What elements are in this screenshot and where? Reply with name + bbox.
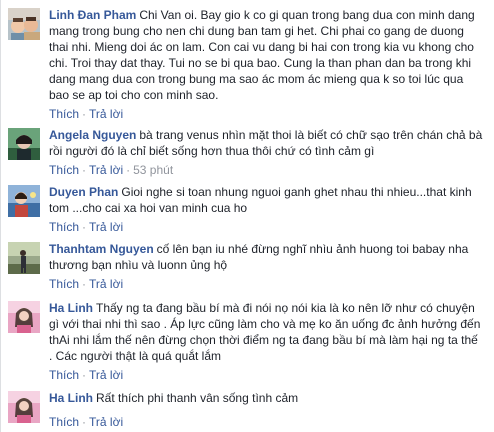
comment-body: Ha Linh Rất thích phi thanh vân sống tình…	[49, 390, 489, 406]
comment-body: Linh Đan Pham Chi Van oi. Bay gio k co gi…	[49, 7, 489, 103]
separator-dot: ·	[82, 368, 87, 382]
separator-dot: ·	[82, 415, 87, 429]
reply-link[interactable]: Trả lời	[89, 163, 123, 177]
comment-body: Thanhtam Nguyen cố lên bạn iu nhé đừng ng…	[49, 241, 489, 273]
reply-link[interactable]: Trả lời	[89, 368, 123, 382]
avatar[interactable]	[8, 185, 40, 217]
avatar[interactable]	[8, 128, 40, 160]
avatar-image	[8, 185, 40, 217]
comment-author-link[interactable]: Duyen Phan	[49, 185, 118, 199]
reply-link[interactable]: Trả lời	[89, 277, 123, 291]
comment-actions: Thích · Trả lời · 53 phút	[49, 162, 173, 178]
like-link[interactable]: Thích	[49, 163, 79, 177]
comment-list: Linh Đan Pham Chi Van oi. Bay gio k co gi…	[0, 0, 494, 432]
avatar[interactable]	[8, 391, 40, 423]
comment-body: Angela Nguyen bà trang venus nhìn mặt tho…	[49, 127, 489, 159]
comment-actions: Thích · Trả lời	[49, 106, 123, 122]
comment-text: Thấy ng ta đang bầu bí mà đi nói nọ nói …	[49, 301, 481, 363]
comment-actions: Thích · Trả lời	[49, 219, 123, 235]
avatar-image	[8, 391, 40, 423]
comment-author-link[interactable]: Thanhtam Nguyen	[49, 242, 154, 256]
avatar-image	[8, 242, 40, 274]
separator-dot: ·	[82, 107, 87, 121]
comment-actions: Thích · Trả lời	[49, 367, 123, 383]
comment-body: Duyen Phan Gioi nghe si toan nhung nguoi …	[49, 184, 489, 216]
reply-link[interactable]: Trả lời	[89, 107, 123, 121]
avatar[interactable]	[8, 8, 40, 40]
avatar-image	[8, 301, 40, 333]
separator-dot: ·	[82, 220, 87, 234]
reply-link[interactable]: Trả lời	[89, 415, 123, 429]
avatar[interactable]	[8, 242, 40, 274]
like-link[interactable]: Thích	[49, 368, 79, 382]
comment-actions: Thích · Trả lời	[49, 414, 123, 430]
reply-link[interactable]: Trả lời	[89, 220, 123, 234]
comment-text: Rất thích phi thanh vân sống tình cảm	[96, 391, 299, 405]
like-link[interactable]: Thích	[49, 277, 79, 291]
comment-author-link[interactable]: Ha Linh	[49, 391, 93, 405]
avatar-image	[8, 8, 40, 40]
like-link[interactable]: Thích	[49, 220, 79, 234]
like-link[interactable]: Thích	[49, 415, 79, 429]
avatar-image	[8, 128, 40, 160]
comment-actions: Thích · Trả lời	[49, 276, 123, 292]
comment-text: Chi Van oi. Bay gio k co gi quan trong b…	[49, 8, 475, 102]
comment-timestamp[interactable]: 53 phút	[133, 163, 173, 177]
comment-author-link[interactable]: Angela Nguyen	[49, 128, 136, 142]
comment-author-link[interactable]: Linh Đan Pham	[49, 8, 136, 22]
separator-dot: ·	[82, 163, 87, 177]
separator-dot: ·	[82, 277, 87, 291]
comment-body: Ha Linh Thấy ng ta đang bầu bí mà đi nói …	[49, 300, 489, 364]
like-link[interactable]: Thích	[49, 107, 79, 121]
avatar[interactable]	[8, 301, 40, 333]
separator-dot: ·	[126, 163, 131, 177]
comment-author-link[interactable]: Ha Linh	[49, 301, 93, 315]
